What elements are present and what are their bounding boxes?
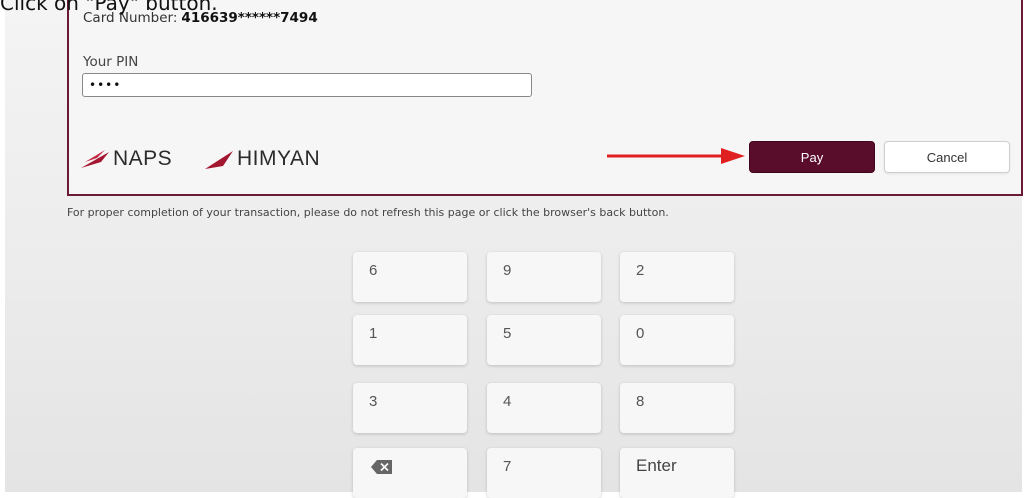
payment-page: Card Number: 416639******7494 Your PIN ••…	[5, 0, 1023, 498]
keypad-key-1[interactable]: 1	[353, 315, 467, 365]
himyan-logo: HIMYAN	[203, 146, 320, 172]
payment-card: Card Number: 416639******7494 Your PIN ••…	[67, 0, 1023, 196]
keypad-key-9[interactable]: 9	[487, 252, 601, 302]
pay-button[interactable]: Pay	[749, 141, 875, 173]
naps-logo-text: NAPS	[113, 147, 173, 170]
keypad-key-5[interactable]: 5	[487, 315, 601, 365]
naps-logo: NAPS	[79, 146, 172, 172]
keypad-enter-key[interactable]: Enter	[620, 448, 734, 498]
keypad-backspace-key[interactable]	[353, 448, 467, 498]
keypad-key-3[interactable]: 3	[353, 383, 467, 433]
keypad-key-2[interactable]: 2	[620, 252, 734, 302]
instruction-caption: Click on "Pay" button.	[0, 0, 218, 15]
red-arrow-icon	[607, 148, 745, 164]
himyan-logo-mark	[205, 151, 233, 169]
backspace-icon	[371, 460, 392, 474]
pin-label: Your PIN	[83, 54, 139, 70]
pin-input[interactable]: ••••	[82, 73, 532, 97]
naps-logo-mark	[81, 150, 109, 168]
cancel-button[interactable]: Cancel	[884, 141, 1010, 173]
himyan-logo-text: HIMYAN	[237, 147, 321, 170]
keypad-key-8[interactable]: 8	[620, 383, 734, 433]
keypad-key-7[interactable]: 7	[487, 448, 601, 498]
keypad-key-4[interactable]: 4	[487, 383, 601, 433]
keypad-key-0[interactable]: 0	[620, 315, 734, 365]
transaction-notice: For proper completion of your transactio…	[67, 206, 669, 219]
keypad-key-6[interactable]: 6	[353, 252, 467, 302]
